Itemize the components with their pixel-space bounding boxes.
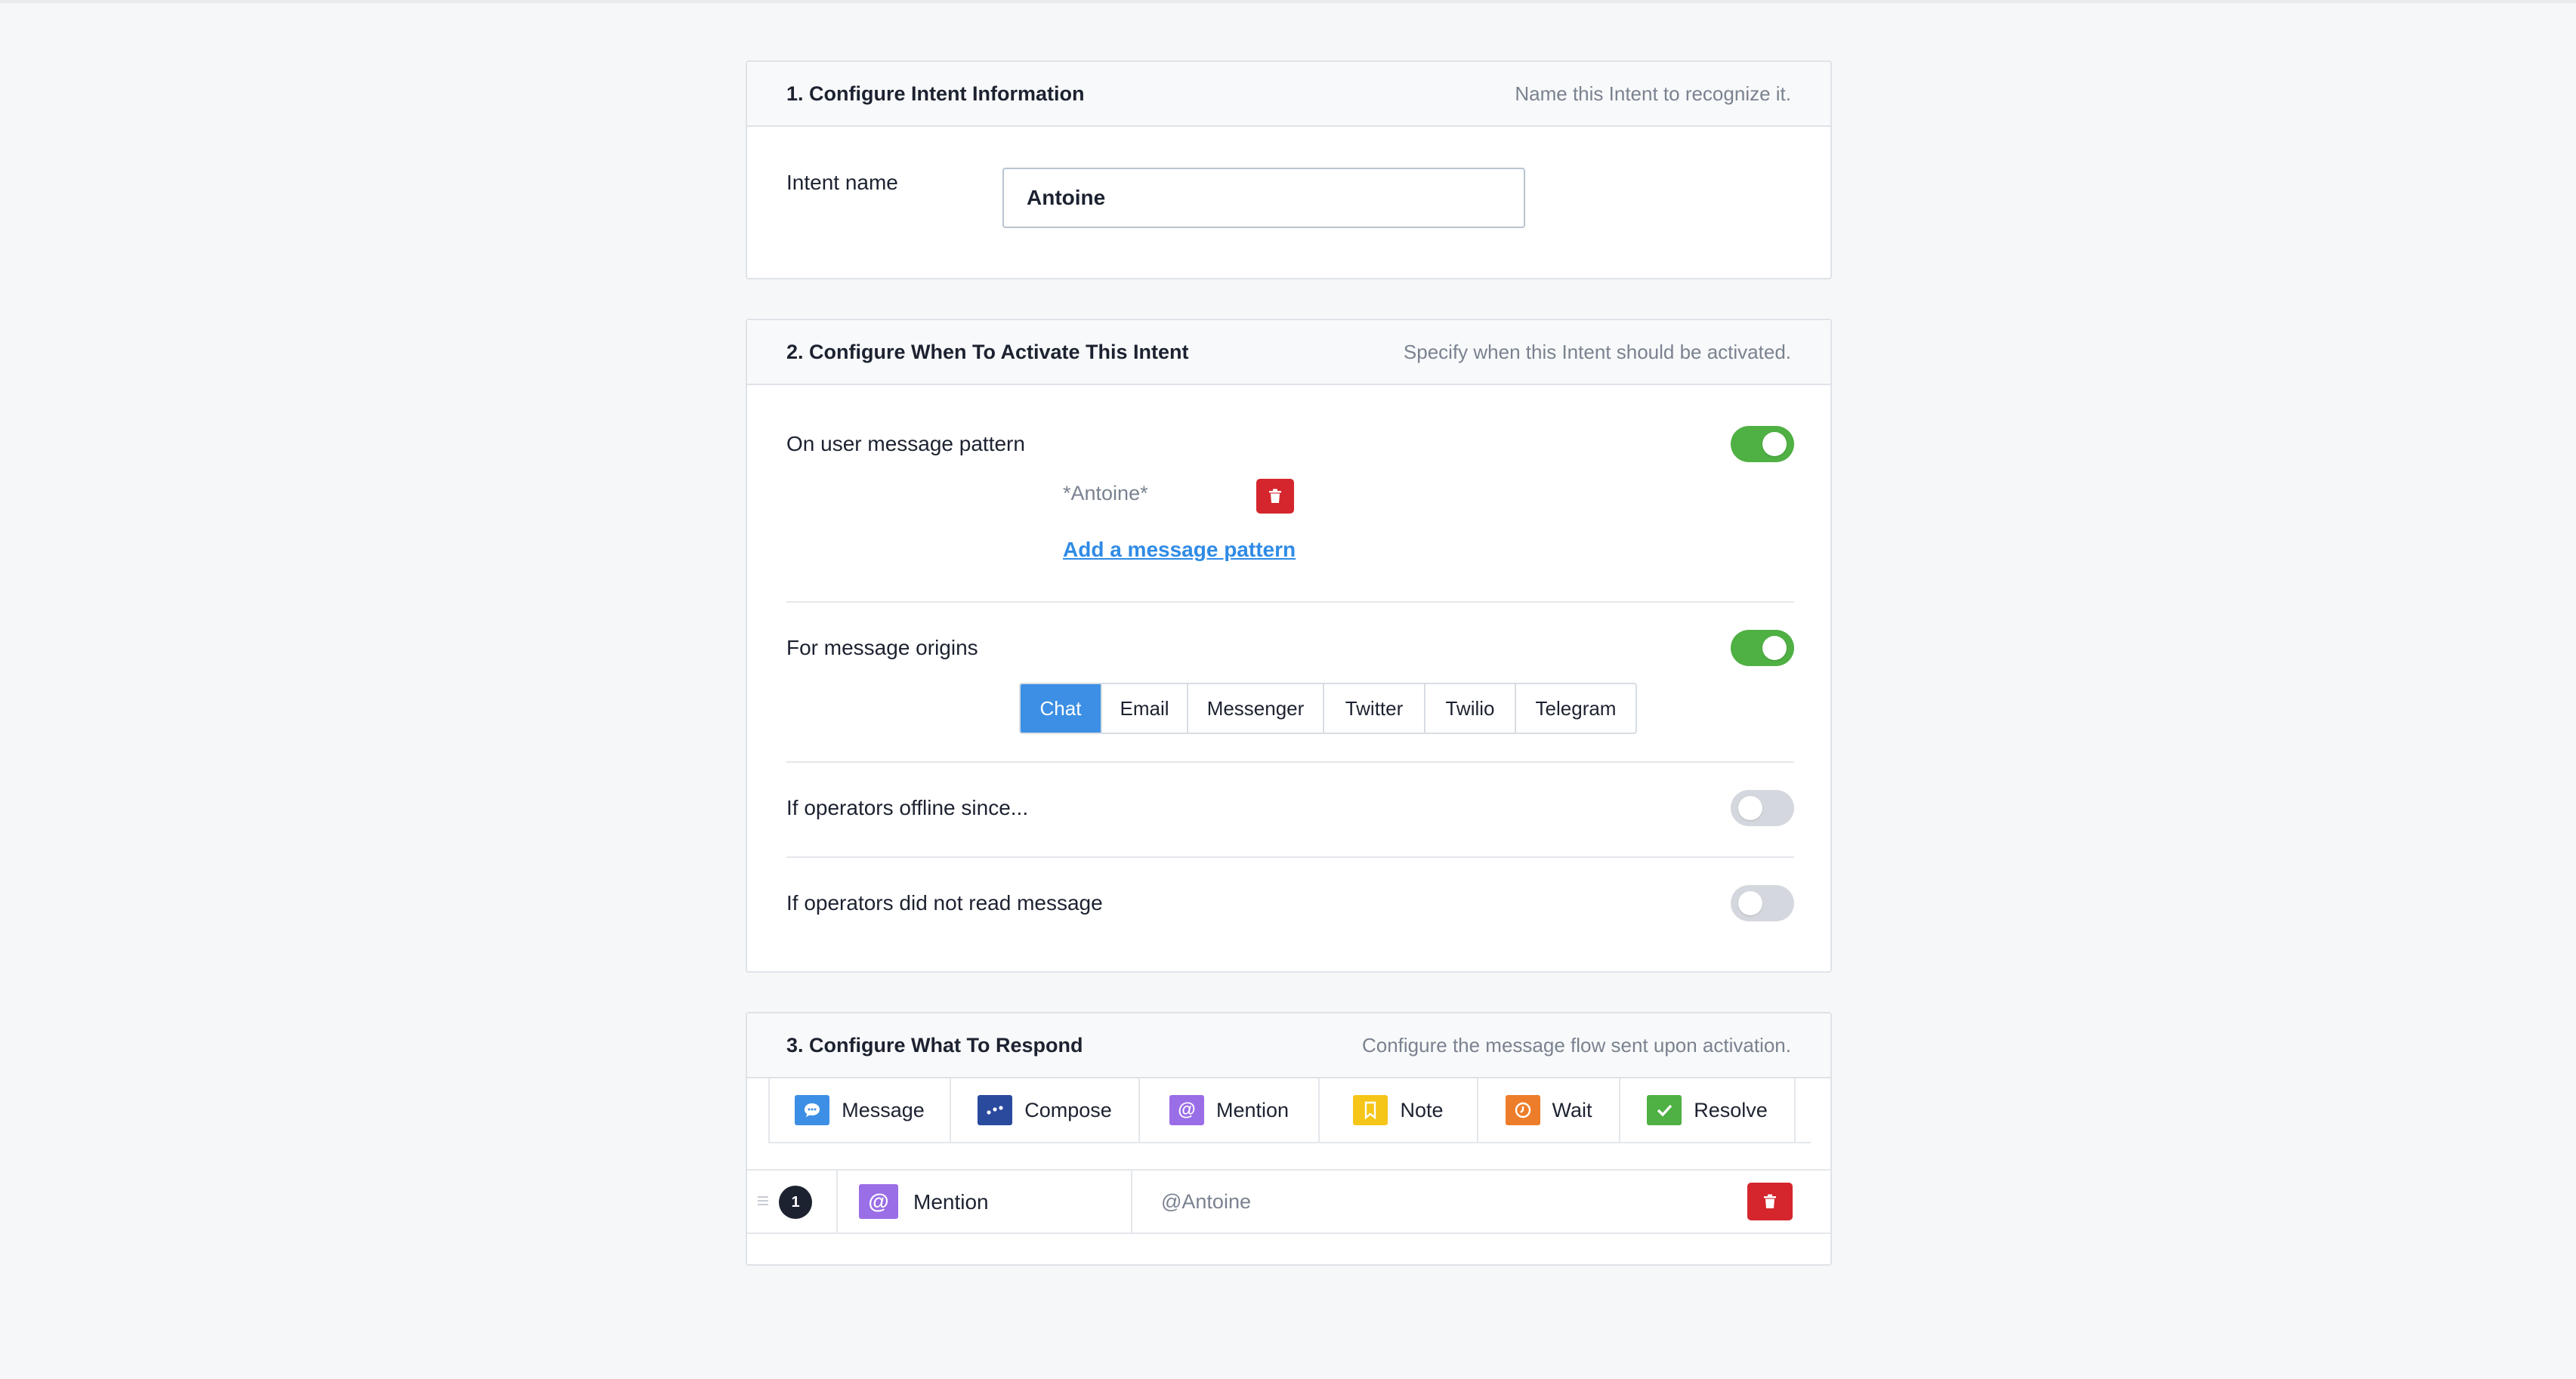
intent-name-label: Intent name [786, 171, 898, 194]
flow-step-row: 1 @ Mention @Antoine [747, 1169, 1830, 1234]
tool-compose-button[interactable]: Compose [951, 1078, 1140, 1142]
origin-messenger[interactable]: Messenger [1188, 684, 1324, 733]
intent-name-row: Intent name [747, 127, 1830, 278]
operators-unread-label: If operators did not read message [786, 891, 1103, 915]
step-value[interactable]: @Antoine [1161, 1190, 1251, 1214]
add-message-pattern-link[interactable]: Add a message pattern [1063, 538, 1296, 562]
top-border [0, 0, 2576, 3]
card-header: 1. Configure Intent Information Name thi… [747, 62, 1830, 127]
tool-label: Compose [1024, 1098, 1112, 1121]
bookmark-icon [1353, 1095, 1388, 1125]
message-pattern-label: On user message pattern [786, 432, 1025, 455]
operators-unread-section: If operators did not read message [786, 320, 1794, 921]
message-pattern-toggle[interactable] [1731, 426, 1794, 462]
section-title: 1. Configure Intent Information [786, 82, 1085, 105]
card-header: 2. Configure When To Activate This Inten… [747, 320, 1830, 385]
trash-icon [1764, 1194, 1776, 1208]
origin-twilio[interactable]: Twilio [1425, 684, 1516, 733]
clock-icon [1505, 1095, 1540, 1125]
tool-label: Message [842, 1098, 925, 1121]
toggle-knob [1762, 636, 1787, 660]
typing-dots-icon [978, 1095, 1013, 1125]
toggle-knob [1738, 891, 1762, 915]
card-header: 3. Configure What To Respond Configure t… [747, 1013, 1830, 1078]
toggle-knob [1762, 432, 1787, 456]
message-origins-toggle[interactable] [1731, 630, 1794, 666]
divider [836, 1171, 838, 1232]
section-title: 3. Configure What To Respond [786, 1033, 1083, 1057]
tool-label: Note [1400, 1098, 1444, 1121]
chat-bubble-icon [795, 1095, 830, 1125]
tool-label: Mention [1215, 1098, 1290, 1121]
operators-offline-toggle[interactable] [1731, 790, 1794, 826]
divider [1131, 1171, 1132, 1232]
tool-message-button[interactable]: Message [770, 1078, 951, 1142]
operators-unread-toggle[interactable] [1731, 885, 1794, 921]
section-hint: Name this Intent to recognize it. [1515, 82, 1791, 105]
divider [786, 761, 1794, 763]
delete-pattern-button[interactable] [1256, 479, 1294, 514]
section-hint: Configure the message flow sent upon act… [1361, 1033, 1791, 1057]
tool-label: Wait [1552, 1098, 1592, 1121]
divider [786, 601, 1794, 603]
operators-offline-label: If operators offline since... [786, 796, 1029, 819]
checkmark-icon [1647, 1095, 1682, 1125]
trash-icon [1269, 489, 1281, 503]
origin-twitter[interactable]: Twitter [1324, 684, 1425, 733]
delete-step-button[interactable] [1747, 1183, 1793, 1220]
step-number: 1 [779, 1186, 812, 1219]
drag-handle-icon[interactable] [758, 1196, 768, 1207]
activation-card: 2. Configure When To Activate This Inten… [746, 319, 1832, 973]
intent-name-input[interactable] [1002, 168, 1525, 228]
toggle-knob [1738, 796, 1762, 820]
divider [786, 856, 1794, 858]
response-card: 3. Configure What To Respond Configure t… [746, 1012, 1832, 1266]
message-origins-label: For message origins [786, 636, 978, 659]
step-type-label: Mention [913, 1190, 989, 1214]
at-sign-icon: @ [859, 1184, 898, 1219]
response-toolbar: Message Compose @ Mention Note Wait Reso… [768, 1078, 1811, 1143]
origin-selector: Chat Email Messenger Twitter Twilio Tele… [1019, 683, 1637, 734]
at-sign-icon: @ [1169, 1095, 1204, 1125]
tool-wait-button[interactable]: Wait [1478, 1078, 1620, 1142]
tool-label: Resolve [1694, 1098, 1768, 1121]
section-hint: Specify when this Intent should be activ… [1403, 340, 1791, 363]
tool-mention-button[interactable]: @ Mention [1140, 1078, 1320, 1142]
origin-chat[interactable]: Chat [1021, 684, 1102, 733]
section-title: 2. Configure When To Activate This Inten… [786, 340, 1189, 363]
message-pattern-value: *Antoine* [1063, 482, 1148, 504]
origin-telegram[interactable]: Telegram [1516, 684, 1635, 733]
intent-information-card: 1. Configure Intent Information Name thi… [746, 60, 1832, 279]
origin-email[interactable]: Email [1102, 684, 1188, 733]
tool-note-button[interactable]: Note [1320, 1078, 1478, 1142]
tool-resolve-button[interactable]: Resolve [1620, 1078, 1796, 1142]
